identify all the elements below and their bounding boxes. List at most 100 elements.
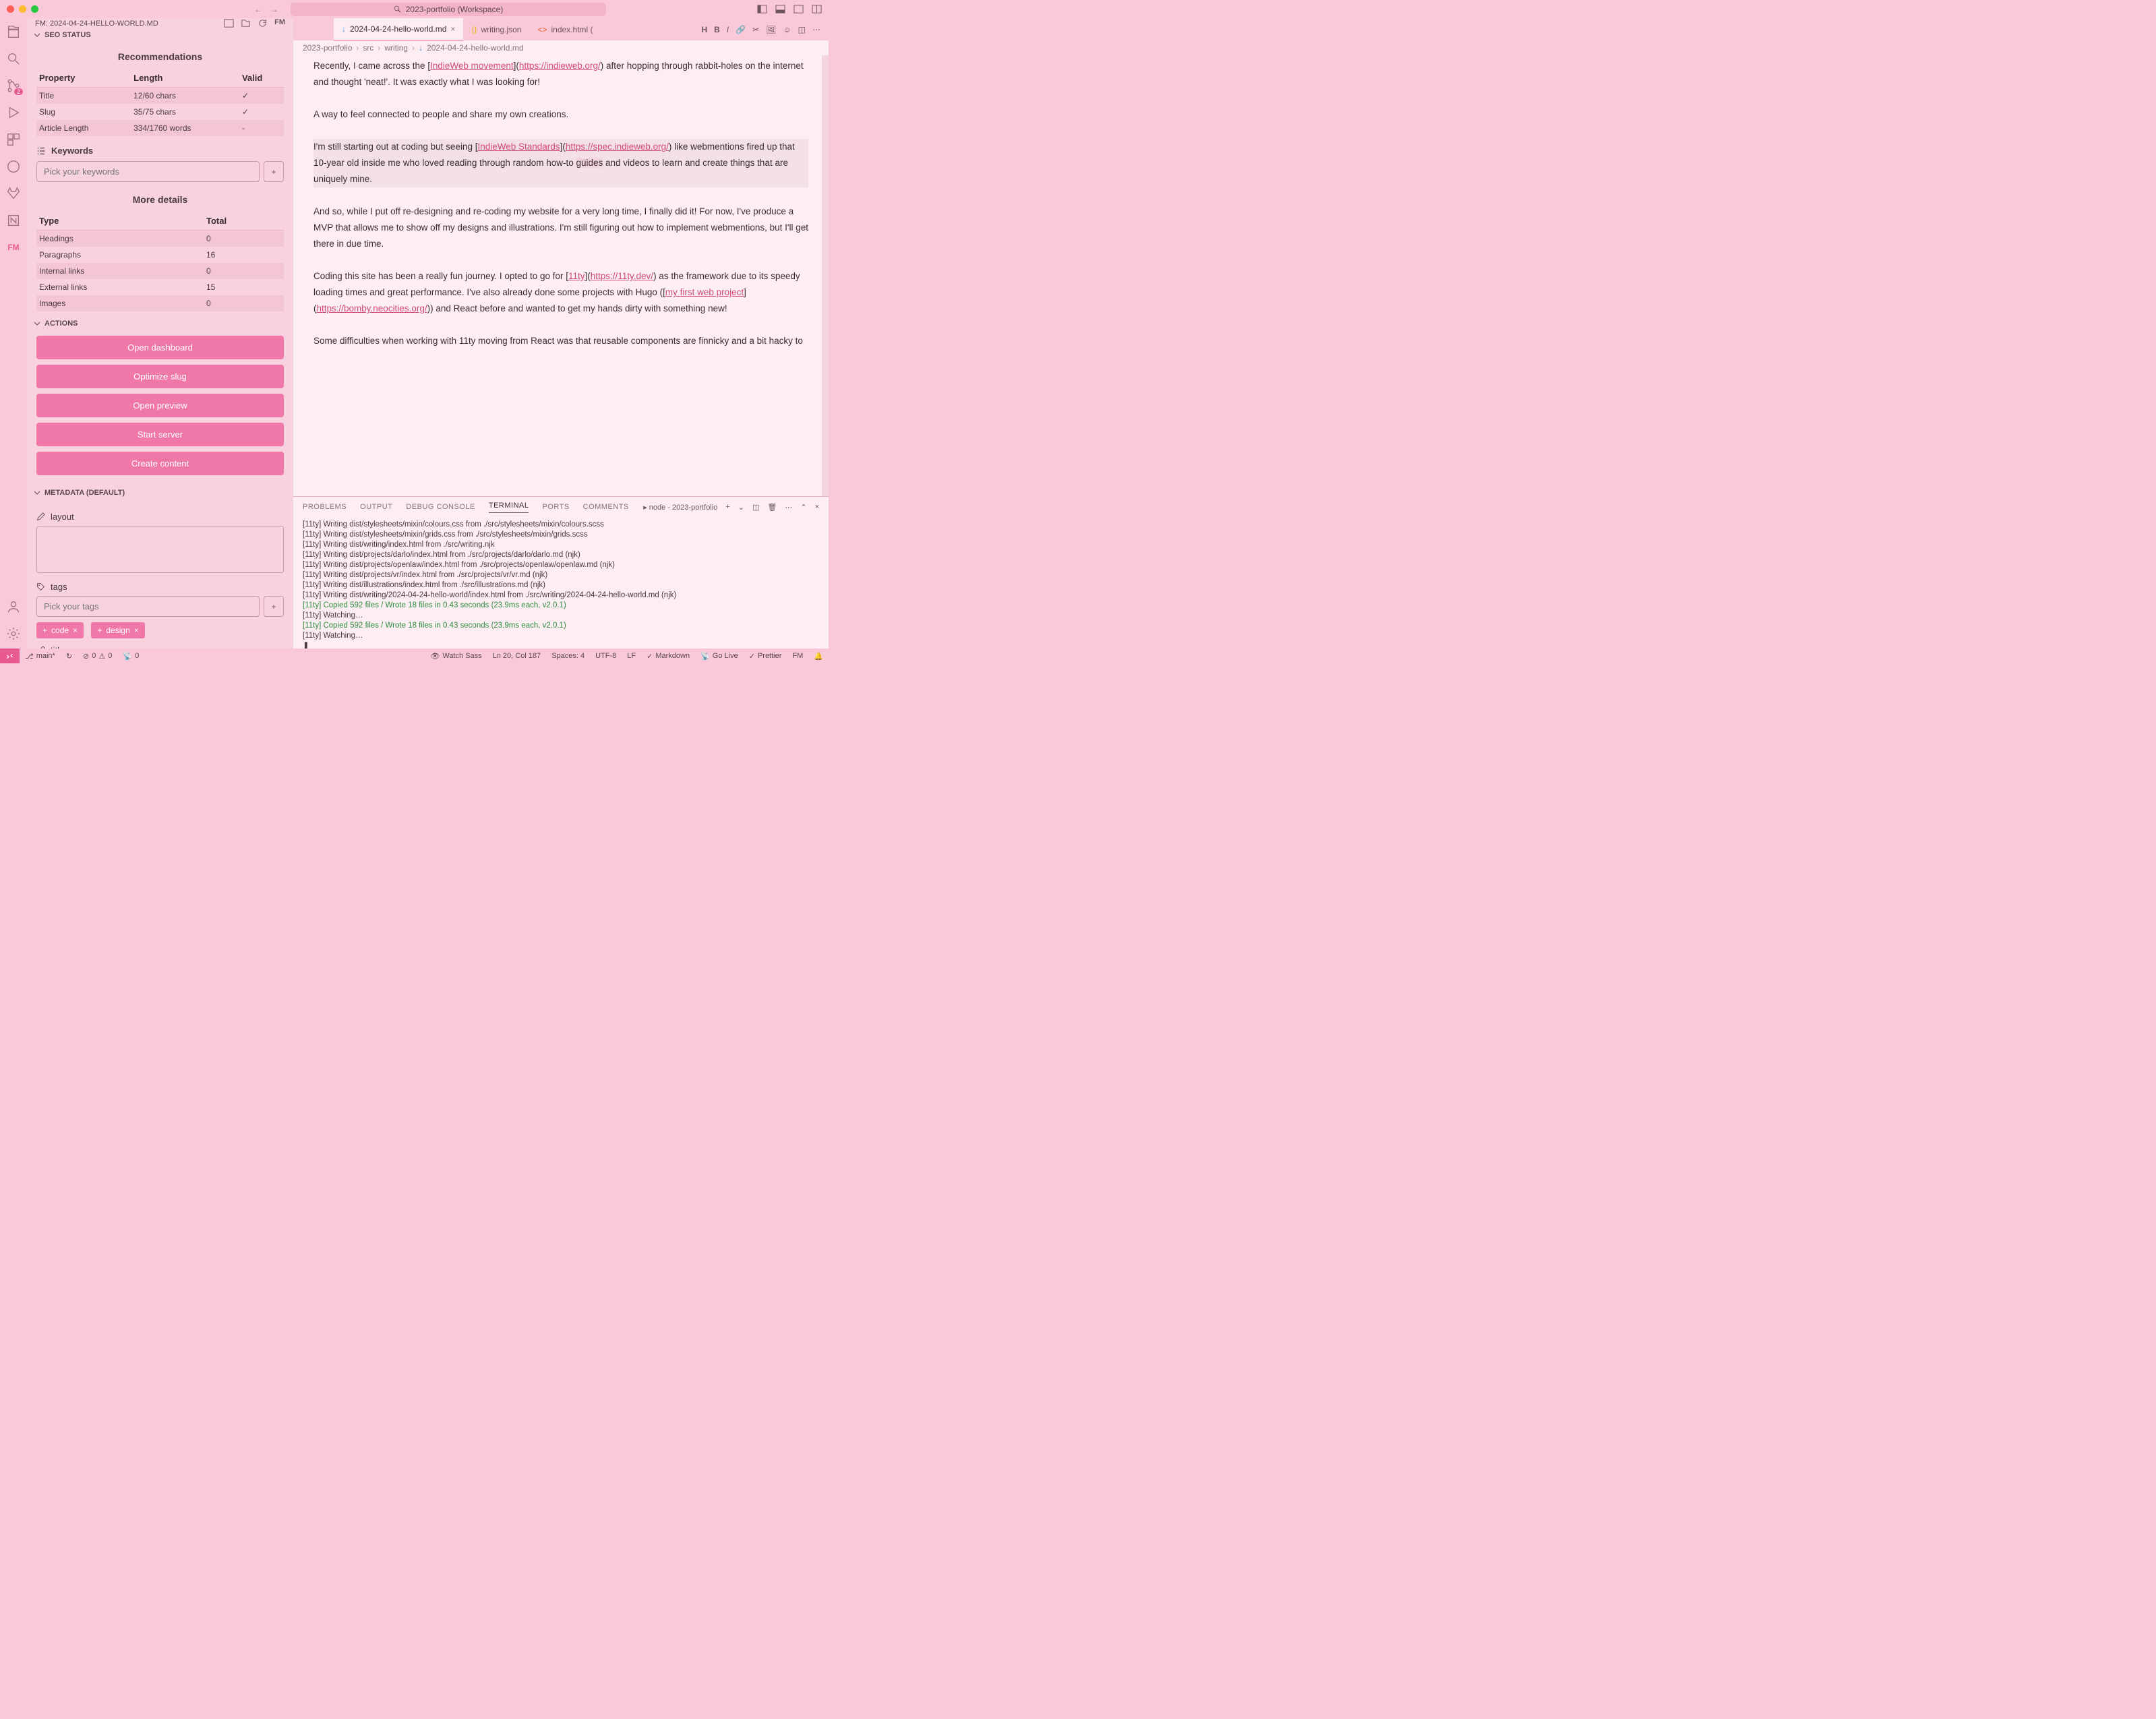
tab-writing-json[interactable]: {} writing.json [463, 18, 529, 40]
cursor-position[interactable]: Ln 20, Col 187 [487, 652, 547, 660]
frontmatter-icon[interactable]: FM [5, 239, 22, 255]
heading-icon[interactable]: H [701, 25, 707, 34]
tag-chip: + code × [36, 622, 84, 638]
tab-hello-world[interactable]: ↓ 2024-04-24-hello-world.md × [334, 18, 463, 40]
optimize-slug-button[interactable]: Optimize slug [36, 365, 284, 388]
explorer-icon[interactable] [5, 24, 22, 40]
settings-gear-icon[interactable] [5, 626, 22, 642]
command-center[interactable]: 2023-portfolio (Workspace) [291, 3, 606, 16]
tab-index-html[interactable]: <> index.html ( [529, 18, 601, 40]
language-mode[interactable]: ✓ Markdown [641, 652, 695, 661]
encoding-status[interactable]: UTF-8 [590, 652, 622, 660]
output-tab[interactable]: OUTPUT [360, 503, 392, 511]
ports-tab[interactable]: PORTS [542, 503, 569, 511]
remove-tag-icon[interactable]: × [73, 626, 78, 635]
remove-tag-icon[interactable]: × [134, 626, 139, 635]
nav-back-icon[interactable]: ← [254, 5, 262, 14]
link-icon[interactable]: 🔗 [736, 25, 746, 34]
italic-icon[interactable]: I [727, 25, 729, 34]
terminal-session-selector[interactable]: ▸ node - 2023-portfolio [643, 503, 717, 512]
editor-toolbar: H B I 🔗 ✂ 🖼 ☺ ◫ ⋯ [701, 25, 829, 34]
fm-badge-icon[interactable]: FM [274, 18, 285, 28]
sidebar-filename: FM: 2024-04-24-HELLO-WORLD.MD [35, 20, 158, 28]
nav-forward-icon[interactable]: → [270, 5, 278, 14]
open-preview-button[interactable]: Open preview [36, 394, 284, 417]
add-tag-button[interactable]: + [264, 596, 284, 617]
search-icon[interactable] [5, 51, 22, 67]
split-terminal-icon[interactable]: ◫ [752, 503, 759, 512]
chevron-down-icon [34, 489, 40, 496]
start-server-button[interactable]: Start server [36, 423, 284, 446]
close-window-button[interactable] [7, 5, 14, 13]
minimize-window-button[interactable] [19, 5, 26, 13]
open-dashboard-button[interactable]: Open dashboard [36, 336, 284, 359]
layout-controls [757, 4, 822, 14]
eol-status[interactable]: LF [622, 652, 641, 660]
terminal-tab[interactable]: TERMINAL [489, 502, 529, 513]
open-file-icon[interactable] [241, 18, 251, 28]
ports-status[interactable]: 📡 0 [117, 652, 144, 661]
debug-console-tab[interactable]: DEBUG CONSOLE [406, 503, 475, 511]
sync-status[interactable]: ↻ [61, 652, 78, 661]
panel-right-icon[interactable] [793, 4, 804, 14]
account-icon[interactable] [5, 599, 22, 615]
emoji-icon[interactable]: ☺ [783, 25, 791, 34]
actions-section-toggle[interactable]: ACTIONS [27, 317, 293, 330]
extensions-icon[interactable] [5, 131, 22, 148]
seo-section-toggle[interactable]: SEO STATUS [27, 28, 293, 42]
sidebar-panel: FM: 2024-04-24-HELLO-WORLD.MD FM SEO STA… [27, 18, 293, 649]
github-icon[interactable] [5, 158, 22, 175]
run-debug-icon[interactable] [5, 104, 22, 121]
notifications-icon[interactable]: 🔔 [808, 652, 829, 661]
keywords-input[interactable] [36, 161, 260, 182]
create-content-button[interactable]: Create content [36, 452, 284, 475]
terminal-output[interactable]: [11ty] Writing dist/stylesheets/mixin/co… [293, 517, 829, 649]
tags-input[interactable] [36, 596, 260, 617]
split-editor-icon[interactable]: ◫ [798, 25, 806, 34]
remote-indicator[interactable] [0, 649, 20, 663]
panel-bottom-icon[interactable] [775, 4, 785, 14]
new-terminal-button[interactable]: + [725, 503, 729, 511]
status-bar: ⎇ main* ↻ ⊘ 0 ⚠ 0 📡 0 👁 Watch Sass Ln 20… [0, 649, 829, 663]
notion-icon[interactable] [5, 212, 22, 229]
keywords-heading: Keywords [36, 146, 284, 156]
layout-icon[interactable] [812, 4, 822, 14]
panel-icon[interactable] [224, 18, 234, 28]
prettier-status[interactable]: ✓ Prettier [744, 652, 787, 661]
watch-sass-status[interactable]: 👁 Watch Sass [425, 652, 487, 661]
fm-status[interactable]: FM [787, 652, 808, 660]
layout-textarea[interactable] [36, 526, 284, 573]
more-actions-icon[interactable]: ⋯ [812, 25, 820, 34]
close-panel-icon[interactable]: × [815, 503, 819, 511]
scissors-icon[interactable]: ✂ [752, 25, 759, 34]
minimap[interactable] [822, 55, 829, 496]
panel-tabs: PROBLEMS OUTPUT DEBUG CONSOLE TERMINAL P… [293, 497, 829, 517]
errors-status[interactable]: ⊘ 0 ⚠ 0 [78, 652, 117, 661]
more-terminal-icon[interactable]: ⋯ [785, 503, 792, 512]
recommendations-heading: Recommendations [36, 51, 284, 62]
table-row: Article Length334/1760 words- [36, 120, 284, 136]
table-row: Slug35/75 chars✓ [36, 104, 284, 120]
maximize-panel-icon[interactable]: ⌃ [800, 503, 806, 512]
breadcrumb[interactable]: 2023-portfolio› src› writing› ↓ 2024-04-… [293, 40, 829, 55]
maximize-window-button[interactable] [31, 5, 38, 13]
nav-arrows: ← → [254, 5, 278, 14]
tag-chip: + design × [91, 622, 144, 638]
close-tab-icon[interactable]: × [450, 24, 455, 34]
bold-icon[interactable]: B [714, 25, 720, 34]
terminal-dropdown-icon[interactable]: ⌄ [738, 503, 744, 512]
image-icon[interactable]: 🖼 [766, 25, 776, 34]
go-live-button[interactable]: 📡 Go Live [695, 652, 744, 661]
add-keyword-button[interactable]: + [264, 161, 284, 182]
editor-content[interactable]: Recently, I came across the [IndieWeb mo… [293, 55, 829, 496]
comments-tab[interactable]: COMMENTS [583, 503, 629, 511]
problems-tab[interactable]: PROBLEMS [303, 503, 347, 511]
git-branch-status[interactable]: ⎇ main* [20, 652, 61, 661]
kill-terminal-icon[interactable]: 🗑 [767, 503, 777, 512]
gitlab-icon[interactable] [5, 185, 22, 202]
panel-left-icon[interactable] [757, 4, 767, 14]
source-control-icon[interactable]: 2 [5, 78, 22, 94]
refresh-icon[interactable] [258, 18, 268, 28]
indentation-status[interactable]: Spaces: 4 [546, 652, 590, 660]
metadata-section-toggle[interactable]: METADATA (DEFAULT) [27, 486, 293, 500]
